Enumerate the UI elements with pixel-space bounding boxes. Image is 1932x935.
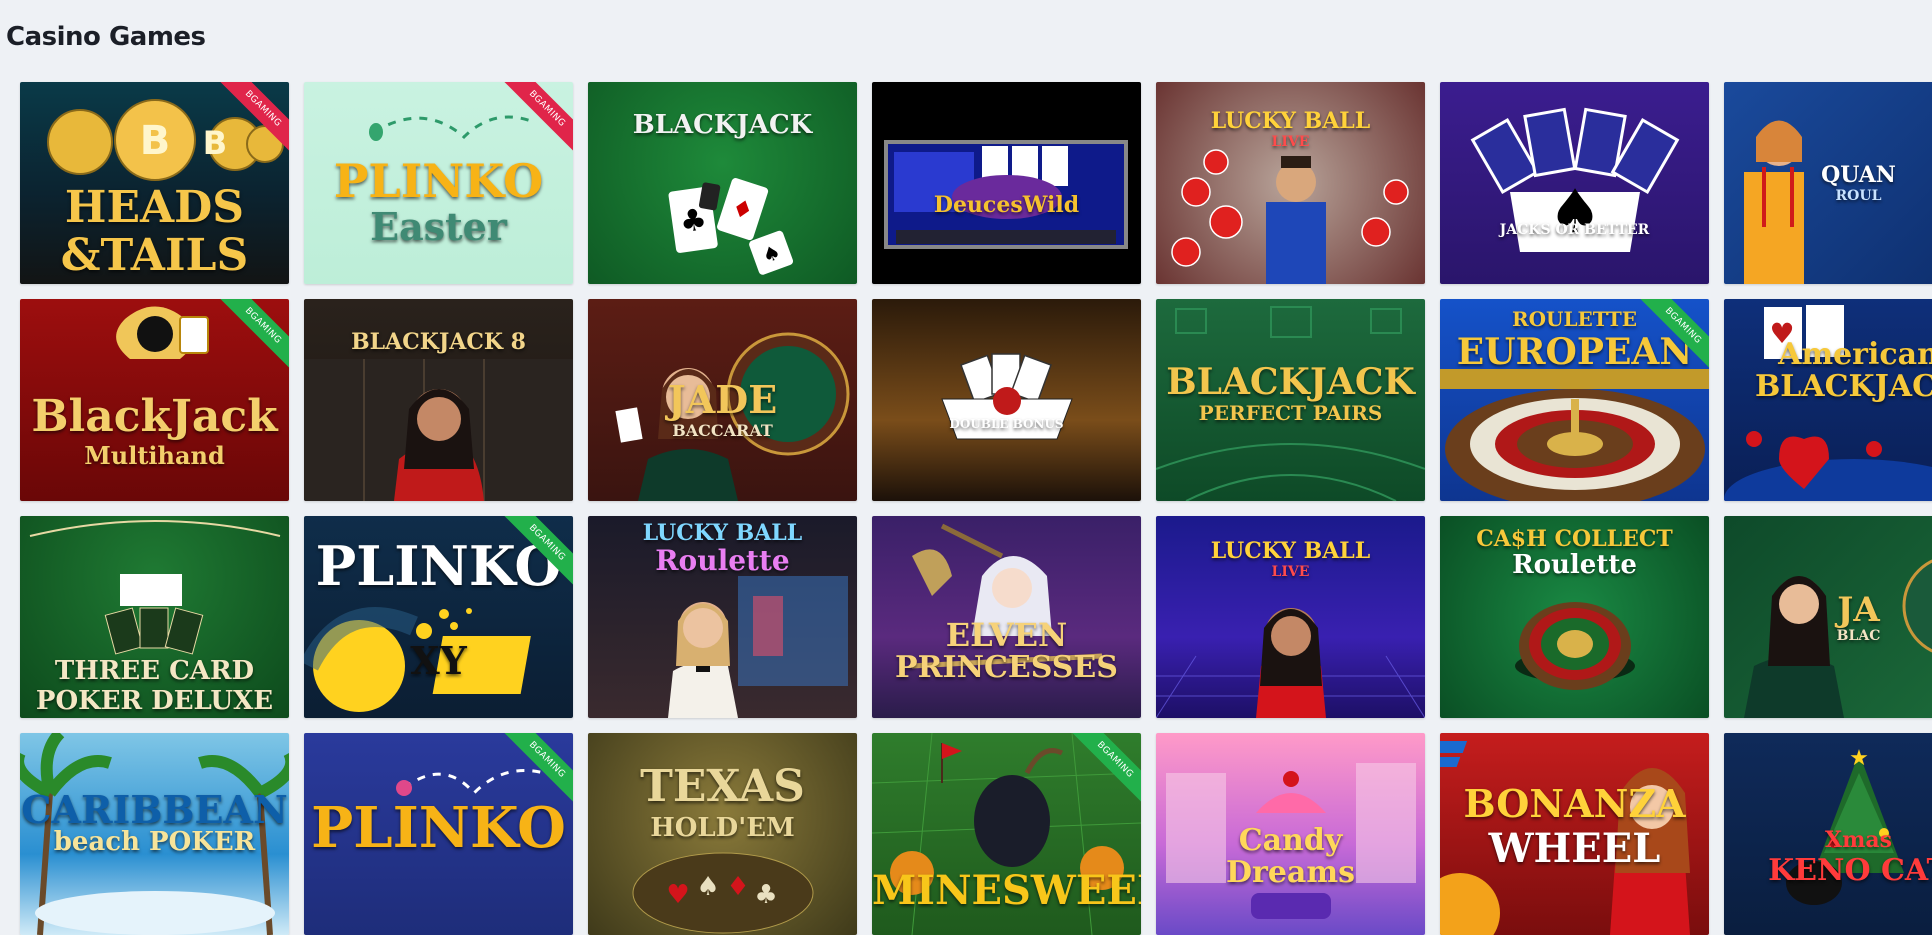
game-tile[interactable]: BlackJack Multihand BGAMING: [20, 299, 289, 501]
game-tile[interactable]: DOUBLE BONUS: [872, 299, 1141, 501]
game-subtitle: beach POKER: [53, 827, 256, 857]
game-subtitle: Multihand: [84, 441, 225, 470]
game-subtitle: LIVE: [1271, 564, 1310, 580]
game-subtitle: BLAC: [1836, 628, 1881, 644]
game-tile[interactable]: JA BLAC: [1724, 516, 1932, 718]
game-tile[interactable]: QUAN ROUL: [1724, 82, 1932, 284]
game-thumbnail: [872, 82, 1141, 284]
game-tile[interactable]: DeucesWild: [872, 82, 1141, 284]
game-tile[interactable]: Candy Dreams: [1156, 733, 1425, 935]
games-grid: B B HEADS &TAILS BGAMING PLINKO Easter BGAMIN…: [20, 82, 1932, 935]
game-subtitle: Roulette: [655, 544, 790, 577]
game-title: LUCKY BALL: [642, 520, 803, 546]
game-tile[interactable]: LUCKY BALL LIVE: [1156, 82, 1425, 284]
game-title: American: [1778, 337, 1932, 372]
game-thumbnail: ♠: [1440, 82, 1709, 284]
game-title: BLACKJACK: [1166, 361, 1415, 403]
game-title: QUAN: [1821, 162, 1896, 188]
game-title: BONANZA: [1463, 781, 1686, 826]
game-tile[interactable]: B B HEADS &TAILS BGAMING: [20, 82, 289, 284]
game-tile[interactable]: CARIBBEAN beach POKER: [20, 733, 289, 935]
game-title: MINESWEEPER: [872, 867, 1141, 914]
game-subtitle: Easter: [370, 204, 507, 249]
game-title: BLACKJACK: [632, 110, 813, 140]
game-title: DOUBLE BONUS: [949, 417, 1064, 431]
game-tile[interactable]: ♠ JACKS OR BETTER: [1440, 82, 1709, 284]
game-tile[interactable]: PLINKO BGAMING: [304, 733, 573, 935]
game-subtitle: EUROPEAN: [1456, 331, 1693, 373]
svg-text:B: B: [203, 124, 227, 162]
game-subtitle: Roulette: [1512, 550, 1637, 580]
game-tile[interactable]: CA$H COLLECT Roulette: [1440, 516, 1709, 718]
game-title: LUCKY BALL: [1210, 538, 1371, 564]
game-subtitle: XY: [410, 638, 467, 683]
svg-text:♦: ♦: [726, 872, 749, 902]
game-title: ELVEN: [945, 616, 1068, 654]
game-tile[interactable]: ★ Xmas KENO CAT: [1724, 733, 1932, 935]
game-tile[interactable]: BONANZA WHEEL: [1440, 733, 1709, 935]
game-subtitle: WHEEL: [1488, 825, 1661, 872]
game-subtitle: PERFECT PAIRS: [1198, 401, 1383, 425]
game-tile[interactable]: ♣ ♦ ♠ BLACKJACK: [588, 82, 857, 284]
game-subtitle: BLACKJACK: [1754, 369, 1932, 404]
game-tile[interactable]: MINESWEEPERBGAMING: [872, 733, 1141, 935]
game-title: PLINKO: [333, 154, 544, 208]
game-subtitle: HOLD'EM: [650, 813, 795, 843]
game-subtitle: ROUL: [1835, 188, 1882, 204]
game-subtitle: LIVE: [1271, 134, 1310, 150]
game-title: TEXAS: [640, 761, 805, 812]
game-title: DeucesWild: [933, 192, 1080, 218]
game-tile[interactable]: ♥ AmericanBLACKJACK: [1724, 299, 1932, 501]
game-tile[interactable]: BLACKJACK 8: [304, 299, 573, 501]
game-thumbnail: [872, 299, 1141, 501]
game-title: JACKS OR BETTER: [1499, 222, 1650, 238]
game-subtitle: &TAILS: [60, 230, 249, 281]
game-title: PLINKO: [311, 795, 566, 861]
game-title: JA: [1837, 590, 1880, 630]
svg-text:♠: ♠: [696, 872, 719, 902]
game-title: CA$H COLLECT: [1476, 526, 1673, 552]
svg-text:♣: ♣: [754, 880, 777, 910]
game-tile[interactable]: LUCKY BALL LIVE: [1156, 516, 1425, 718]
game-subtitle: Dreams: [1226, 855, 1355, 890]
game-title: LUCKY BALL: [1210, 108, 1371, 134]
game-subtitle: BACCARAT: [672, 421, 773, 440]
game-tile[interactable]: LUCKY BALL Roulette: [588, 516, 857, 718]
svg-text:B: B: [140, 118, 171, 164]
svg-text:♥: ♥: [666, 880, 689, 910]
game-title: Xmas: [1825, 827, 1892, 853]
game-title: Candy: [1238, 823, 1343, 858]
page-title: Casino Games: [6, 22, 206, 52]
game-tile[interactable]: JADE BACCARAT: [588, 299, 857, 501]
game-title: BlackJack: [31, 391, 278, 442]
game-tile[interactable]: ♥ ♠ ♦ ♣ TEXAS HOLD'EM: [588, 733, 857, 935]
game-subtitle: POKER DELUXE: [35, 686, 274, 716]
game-subtitle: PRINCESSES: [895, 650, 1118, 685]
game-tile[interactable]: PLINKO Easter BGAMING: [304, 82, 573, 284]
game-tile[interactable]: PLINKO XY BGAMING: [304, 516, 573, 718]
game-tile[interactable]: THREE CARD POKER DELUXE: [20, 516, 289, 718]
game-tile[interactable]: ROULETTE EUROPEAN BGAMING: [1440, 299, 1709, 501]
game-tile[interactable]: ELVEN PRINCESSES: [872, 516, 1141, 718]
game-title: CARIBBEAN: [21, 787, 288, 832]
game-title: BLACKJACK 8: [351, 329, 526, 355]
game-tile[interactable]: BLACKJACK PERFECT PAIRS: [1156, 299, 1425, 501]
game-title: THREE CARD: [54, 656, 255, 686]
game-title: JADE: [667, 377, 778, 422]
game-subtitle: KENO CAT: [1768, 853, 1932, 888]
svg-text:★: ★: [1849, 746, 1869, 771]
game-title: HEADS: [64, 182, 245, 233]
